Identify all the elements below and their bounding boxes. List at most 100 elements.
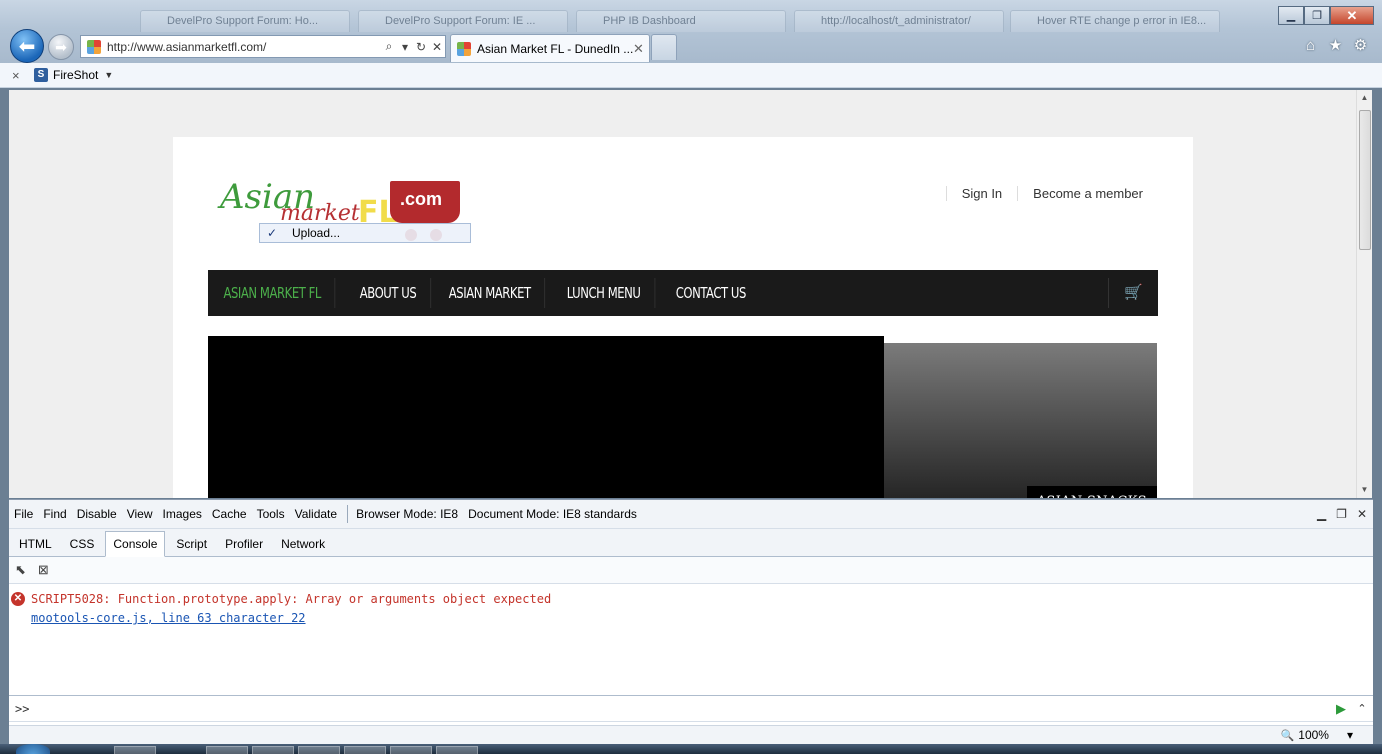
back-button[interactable]: ⬅ <box>10 29 44 63</box>
tab-profiler[interactable]: Profiler <box>218 532 270 556</box>
background-tab[interactable]: http://localhost/t_administrator/ <box>794 10 1004 32</box>
menu-images[interactable]: Images <box>163 507 202 521</box>
scroll-up-icon[interactable]: ▲ <box>1357 90 1372 106</box>
expand-multiline-icon[interactable]: ⌃ <box>1351 702 1373 715</box>
background-tabs: DevelPro Support Forum: Ho... DevelPro S… <box>110 10 1250 32</box>
scroll-down-icon[interactable]: ▼ <box>1357 482 1372 498</box>
menu-view[interactable]: View <box>127 507 153 521</box>
tab-script[interactable]: Script <box>169 532 214 556</box>
site-favicon-icon <box>87 39 101 54</box>
error-source-link[interactable]: mootools-core.js, line 63 character 22 <box>31 611 306 625</box>
taskbar-item[interactable] <box>390 746 432 754</box>
nav-item-contact[interactable]: CONTACT US <box>662 278 760 308</box>
nav-item-lunch-menu[interactable]: LUNCH MENU <box>553 278 656 308</box>
devtools-menu-bar: File Find Disable View Images Cache Tool… <box>9 500 1373 529</box>
close-icon[interactable]: ✕ <box>1357 507 1367 521</box>
minimize-icon[interactable]: ▁ <box>1317 507 1326 521</box>
document-mode-menu[interactable]: Document Mode: IE8 standards <box>468 507 637 521</box>
new-tab-button[interactable] <box>651 34 677 60</box>
page-container: Asian market FL .com ✓ Upload... Sign In… <box>173 137 1193 498</box>
command-bar: × S FireShot ▼ <box>0 63 1382 88</box>
run-script-icon[interactable]: ▶ <box>1331 701 1351 717</box>
address-bar[interactable]: http://www.asianmarketfl.com/ ⌕ ▾ ↻ ✕ <box>80 35 446 58</box>
developer-tools-panel: File Find Disable View Images Cache Tool… <box>9 499 1373 725</box>
zoom-level: 100% <box>1298 728 1329 742</box>
zoom-control[interactable]: 🔍 100% ▾ <box>1281 728 1353 742</box>
nav-item-about[interactable]: ABOUT US <box>346 278 432 308</box>
page-scrollbar[interactable]: ▲ ▼ <box>1356 90 1372 498</box>
chevron-down-icon[interactable]: ▾ <box>397 40 413 54</box>
taskbar-item[interactable] <box>114 746 156 754</box>
taskbar-item[interactable] <box>298 746 340 754</box>
chevron-down-icon[interactable]: ▾ <box>1347 728 1353 742</box>
address-url[interactable]: http://www.asianmarketfl.com/ <box>107 40 381 54</box>
tab-network[interactable]: Network <box>274 532 332 556</box>
tab-css[interactable]: CSS <box>63 532 102 556</box>
taskbar-item[interactable] <box>344 746 386 754</box>
slider-side-image[interactable]: ASIAN SNACKS <box>884 343 1157 498</box>
background-tab[interactable]: Hover RTE change p error in IE8... <box>1010 10 1220 32</box>
taskbar-item[interactable] <box>206 746 248 754</box>
arrow-right-icon: ➡ <box>55 38 67 55</box>
menu-find[interactable]: Find <box>43 507 66 521</box>
shopping-cart-icon[interactable]: 🛒 <box>1108 278 1158 308</box>
window-close-button[interactable]: ✕ <box>1330 6 1374 25</box>
zoom-icon: 🔍 <box>1280 729 1295 742</box>
gear-icon[interactable]: ⚙ <box>1351 36 1370 55</box>
slider-main-image[interactable] <box>208 336 884 498</box>
favorites-star-icon[interactable]: ★ <box>1326 36 1345 55</box>
main-nav: ASIAN MARKET FL ABOUT US ASIAN MARKET LU… <box>208 270 1158 316</box>
menu-cache[interactable]: Cache <box>212 507 247 521</box>
scrollbar-thumb[interactable] <box>1359 110 1371 250</box>
menu-disable[interactable]: Disable <box>77 507 117 521</box>
maximize-button[interactable]: ❐ <box>1304 6 1330 25</box>
minimize-button[interactable]: ▁ <box>1278 6 1304 25</box>
sign-in-link[interactable]: Sign In <box>945 186 1002 201</box>
close-tab-icon[interactable]: ✕ <box>633 41 649 57</box>
close-icon[interactable]: × <box>12 68 34 83</box>
upload-label: Upload... <box>292 226 341 240</box>
window-controls: ▁ ❐ ✕ <box>1278 6 1374 25</box>
background-tab[interactable]: PHP IB Dashboard <box>576 10 786 32</box>
account-links: Sign In Become a member <box>945 186 1143 201</box>
background-tab[interactable]: DevelPro Support Forum: IE ... <box>358 10 568 32</box>
devtools-window-controls: ▁ ❐ ✕ <box>1317 507 1367 521</box>
checkmark-icon: ✓ <box>266 226 278 240</box>
error-message: SCRIPT5028: Function.prototype.apply: Ar… <box>31 592 552 606</box>
menu-file[interactable]: File <box>14 507 33 521</box>
fireshot-button[interactable]: FireShot <box>53 68 98 82</box>
nav-item-home[interactable]: ASIAN MARKET FL <box>208 278 336 308</box>
console-input[interactable] <box>37 701 1331 716</box>
console-output: ✕ SCRIPT5028: Function.prototype.apply: … <box>9 584 1373 694</box>
active-tab-title: Asian Market FL - DunedIn ... <box>477 41 633 56</box>
taskbar-item[interactable] <box>252 746 294 754</box>
tab-html[interactable]: HTML <box>12 532 59 556</box>
upload-tooltip[interactable]: ✓ Upload... <box>259 223 471 243</box>
menu-tools[interactable]: Tools <box>257 507 285 521</box>
chevron-down-icon[interactable]: ▼ <box>104 70 113 80</box>
browser-toolbar-icons: ⌂ ★ ⚙ <box>1301 36 1370 55</box>
select-element-icon[interactable]: ⬉ <box>15 562 26 578</box>
clear-console-icon[interactable]: ⊠ <box>38 562 49 578</box>
tab-console[interactable]: Console <box>105 531 166 557</box>
forward-button[interactable]: ➡ <box>48 34 74 60</box>
become-member-link[interactable]: Become a member <box>1017 186 1143 201</box>
background-tab[interactable]: DevelPro Support Forum: Ho... <box>140 10 350 32</box>
nav-item-asian-market[interactable]: ASIAN MARKET <box>435 278 546 308</box>
stop-icon[interactable]: ✕ <box>429 40 445 54</box>
refresh-icon[interactable]: ↻ <box>413 40 429 54</box>
search-icon[interactable]: ⌕ <box>381 39 397 54</box>
browser-mode-menu[interactable]: Browser Mode: IE8 <box>356 507 458 521</box>
undock-icon[interactable]: ❐ <box>1336 507 1347 521</box>
error-icon: ✕ <box>11 592 25 606</box>
menu-validate[interactable]: Validate <box>295 507 337 521</box>
arrow-left-icon: ⬅ <box>18 35 36 58</box>
start-button[interactable] <box>16 744 50 754</box>
active-tab[interactable]: Asian Market FL - DunedIn ... ✕ <box>450 34 650 62</box>
fireshot-icon: S <box>34 68 48 82</box>
taskbar-item[interactable] <box>436 746 478 754</box>
console-prompt: >> <box>15 701 30 716</box>
console-toolbar: ⬉ ⊠ <box>9 557 1373 584</box>
status-bar: 🔍 100% ▾ <box>9 725 1373 744</box>
home-icon[interactable]: ⌂ <box>1301 36 1320 55</box>
